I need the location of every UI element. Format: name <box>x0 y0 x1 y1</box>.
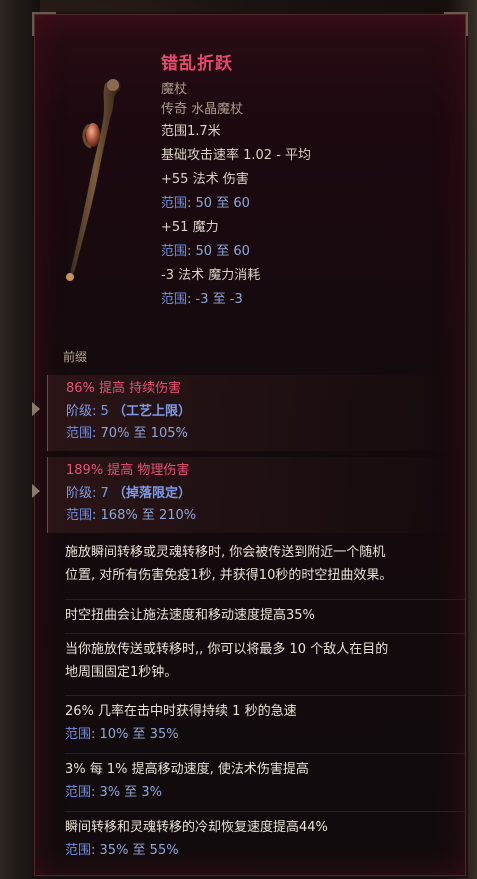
mod-text: 时空扭曲会让施法速度和移动速度提高35% <box>65 608 315 623</box>
item-tooltip: 错乱折跃 魔杖 传奇 水晶魔杖 范围1.7米 基础攻击速率 1.02 - 平均 … <box>32 12 468 876</box>
mod-range: 范围: 10% 至 35% <box>65 723 465 746</box>
item-base-type: 魔杖 <box>161 82 188 97</box>
wand-item-image <box>66 78 122 281</box>
range-label: 范围 <box>161 292 188 307</box>
range-value: : 3% 至 3% <box>91 785 163 800</box>
range-value: : 50 至 60 <box>187 244 250 259</box>
range-label: 范围 <box>66 508 93 523</box>
item-name: 错乱折跃 <box>161 54 233 74</box>
range-label: 范围 <box>65 785 92 800</box>
range-label: 范围 <box>65 843 92 858</box>
unique-mod: 瞬间转移和灵魂转移的冷却恢复速度提高44% 范围: 35% 至 55% <box>65 811 465 862</box>
mod-text-line2: 地周围固定1秒钟。 <box>65 665 178 680</box>
range-value: : 50 至 60 <box>187 196 250 211</box>
affix-range: 范围: 70% 至 105% <box>66 423 466 445</box>
implicit-stat: +55 法术 伤害 <box>161 172 249 187</box>
range-label: 范围 <box>161 196 188 211</box>
item-header: 错乱折跃 魔杖 传奇 水晶魔杖 范围1.7米 基础攻击速率 1.02 - 平均 … <box>161 49 461 312</box>
range-value: : 168% 至 210% <box>92 508 197 523</box>
affix-tier: 阶级: 5 （工艺上限） <box>66 401 466 423</box>
tier-tag: （工艺上限） <box>112 404 191 419</box>
range-label: 范围 <box>66 426 93 441</box>
range-label: 范围 <box>65 727 92 742</box>
implicit-range: 范围: 50 至 60 <box>161 192 461 216</box>
mod-text: 当你施放传送或转移时,, 你可以将最多 10 个敌人在目的 <box>65 642 389 657</box>
affix-marker-icon <box>32 402 40 416</box>
unique-mod: 时空扭曲会让施法速度和移动速度提高35% <box>65 599 465 627</box>
tier-label: 阶级 <box>66 404 93 419</box>
affix-title: 86% 提高 持续伤害 <box>66 381 182 396</box>
mod-range: 范围: 35% 至 55% <box>65 839 465 862</box>
prefix-section-title: 前缀 <box>63 350 88 364</box>
range-value: : 10% 至 35% <box>91 727 179 742</box>
affix-row[interactable]: 189% 提高 物理伤害 阶级: 7 （掉落限定） 范围: 168% 至 210… <box>32 457 466 533</box>
range-label: 范围 <box>161 244 188 259</box>
implicit-stat: -3 法术 魔力消耗 <box>161 268 261 283</box>
implicit-stat: +51 魔力 <box>161 220 219 235</box>
item-range: 范围1.7米 <box>161 124 221 139</box>
mod-text: 施放瞬间转移或灵魂转移时, 你会被传送到附近一个随机 <box>65 545 386 560</box>
unique-mod: 当你施放传送或转移时,, 你可以将最多 10 个敌人在目的 地周围固定1秒钟。 <box>65 633 465 684</box>
mod-text: 26% 几率在击中时获得持续 1 秒的急速 <box>65 704 297 719</box>
tier-tag: （掉落限定） <box>112 486 191 501</box>
affix-tier: 阶级: 7 （掉落限定） <box>66 483 466 505</box>
mod-text: 瞬间转移和灵魂转移的冷却恢复速度提高44% <box>65 820 328 835</box>
mod-text: 3% 每 1% 提高移动速度, 使法术伤害提高 <box>65 762 309 777</box>
affix-marker-icon <box>32 484 40 498</box>
range-value: : 70% 至 105% <box>92 426 188 441</box>
frame-corner-tr <box>444 12 468 36</box>
implicit-range: 范围: -3 至 -3 <box>161 288 461 312</box>
unique-mod: 3% 每 1% 提高移动速度, 使法术伤害提高 范围: 3% 至 3% <box>65 753 465 804</box>
mod-range: 范围: 3% 至 3% <box>65 781 465 804</box>
tier-label: 阶级 <box>66 486 93 501</box>
item-attack-speed: 基础攻击速率 1.02 - 平均 <box>161 148 312 163</box>
frame-corner-tl <box>32 12 56 36</box>
tier-value: : 7 <box>92 486 113 501</box>
range-value: : 35% 至 55% <box>91 843 179 858</box>
affix-row[interactable]: 86% 提高 持续伤害 阶级: 5 （工艺上限） 范围: 70% 至 105% <box>32 375 466 451</box>
unique-mod: 施放瞬间转移或灵魂转移时, 你会被传送到附近一个随机 位置, 对所有伤害免疫1秒… <box>65 541 465 587</box>
unique-mod: 26% 几率在击中时获得持续 1 秒的急速 范围: 10% 至 35% <box>65 695 465 746</box>
mod-text-line2: 位置, 对所有伤害免疫1秒, 并获得10秒的时空扭曲效果。 <box>65 568 393 583</box>
item-rarity: 传奇 水晶魔杖 <box>161 102 244 117</box>
affix-range: 范围: 168% 至 210% <box>66 505 466 527</box>
implicit-range: 范围: 50 至 60 <box>161 240 461 264</box>
tier-value: : 5 <box>92 404 113 419</box>
range-value: : -3 至 -3 <box>187 292 243 307</box>
affix-title: 189% 提高 物理伤害 <box>66 463 190 478</box>
